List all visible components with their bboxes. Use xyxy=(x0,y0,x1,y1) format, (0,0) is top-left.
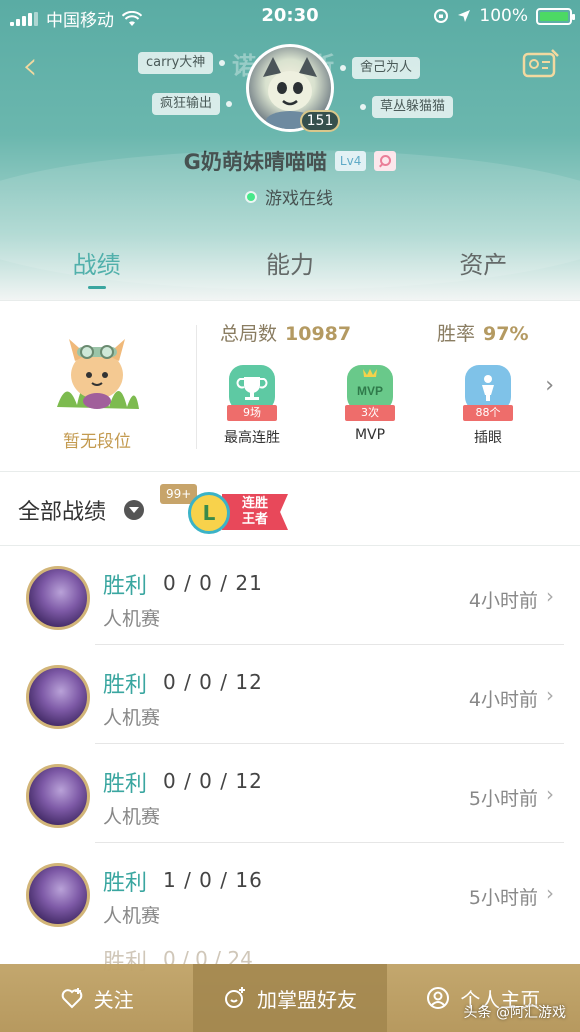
match-kda: 1 / 0 / 16 xyxy=(163,868,263,892)
follow-label: 关注 xyxy=(93,987,134,1012)
total-games: 总局数 10987 xyxy=(220,319,351,346)
records-title[interactable]: 全部战绩 xyxy=(18,494,106,526)
match-row[interactable]: 胜利 0 / 0 / 21 人机赛 4小时前 › xyxy=(0,546,580,645)
match-time: 4小时前 xyxy=(468,590,538,612)
profile-header: 中国移动 20:30 100% ‹ 诺克萨斯 carry大神 舍己 xyxy=(0,0,580,300)
bottom-action-bar: 关注 加掌盟好友 个人主页 头条 @阿汇游戏 xyxy=(0,964,580,1032)
win-rate-value: 97% xyxy=(483,323,529,345)
hero-avatar xyxy=(26,665,90,729)
stats-panel: 暂无段位 总局数 10987 胜率 97% 9场 最高连胜 MVP 3次 MVP xyxy=(0,300,580,472)
follow-button[interactable]: 关注 xyxy=(0,964,193,1032)
watermark: 头条 @阿汇游戏 xyxy=(463,1005,566,1021)
badge-ribbon: 88个 xyxy=(463,405,513,421)
match-time: 5小时前 xyxy=(468,788,538,810)
online-status: 游戏在线 xyxy=(265,189,333,209)
total-games-value: 10987 xyxy=(285,323,352,345)
add-friend-label: 加掌盟好友 xyxy=(256,987,357,1012)
rank-label: 暂无段位 xyxy=(63,432,131,452)
rank-box[interactable]: 暂无段位 xyxy=(30,317,164,457)
match-row[interactable]: 胜利 1 / 0 / 16 人机赛 5小时前 › xyxy=(0,843,580,942)
match-result: 胜利 xyxy=(103,772,148,797)
badge-ward[interactable]: 88个 插眼 xyxy=(450,365,526,447)
status-bar: 中国移动 20:30 100% xyxy=(0,0,580,32)
streak-label-2: 王者 xyxy=(241,512,268,527)
rotation-lock-icon xyxy=(434,9,449,23)
match-mode: 人机赛 xyxy=(103,707,161,729)
badge-ribbon: 9场 xyxy=(227,405,277,421)
badge-label: 最高连胜 xyxy=(224,430,280,446)
records-header: 全部战绩 99+ 连胜 王者 L xyxy=(0,472,580,546)
streak-ribbon: 连胜 王者 xyxy=(222,494,288,530)
chevron-right-icon: › xyxy=(546,881,554,905)
total-games-label: 总局数 xyxy=(220,323,278,345)
match-mode: 人机赛 xyxy=(103,905,161,927)
add-friend-button[interactable]: 加掌盟好友 xyxy=(193,964,387,1032)
tab-assets[interactable]: 资产 xyxy=(387,245,580,300)
hero-avatar xyxy=(26,764,90,828)
badge-label: MVP xyxy=(354,427,386,443)
match-row[interactable]: 胜利 0 / 0 / 12 人机赛 5小时前 › xyxy=(0,744,580,843)
tag-selfless: 舍己为人 xyxy=(339,57,421,79)
tab-records[interactable]: 战绩 xyxy=(0,245,193,300)
card-icon[interactable] xyxy=(522,48,560,82)
match-mode: 人机赛 xyxy=(103,608,161,630)
medal-icon: L xyxy=(188,492,230,534)
battery-icon xyxy=(536,7,575,25)
badge-mvp[interactable]: MVP 3次 MVP xyxy=(332,365,408,443)
match-result: 胜利 xyxy=(103,673,148,698)
tag-crazy-output: 疯狂输出 xyxy=(152,93,233,115)
location-icon xyxy=(458,10,471,22)
match-row[interactable]: 胜利 0 / 0 / 12 人机赛 4小时前 › xyxy=(0,645,580,744)
battery-percent: 100% xyxy=(479,6,528,26)
badge-ribbon: 3次 xyxy=(345,405,395,421)
badge-label: 插眼 xyxy=(474,430,502,446)
tag-carry: carry大神 xyxy=(138,52,226,74)
match-kda: 0 / 0 / 21 xyxy=(163,571,263,595)
streak-badge[interactable]: 99+ 连胜 王者 L xyxy=(160,484,290,534)
search-icon[interactable] xyxy=(374,151,397,171)
level-badge: 151 xyxy=(300,110,340,132)
match-time: 4小时前 xyxy=(468,689,538,711)
win-rate-label: 胜率 xyxy=(437,323,476,345)
user-icon xyxy=(427,987,450,1009)
match-kda: 0 / 0 / 12 xyxy=(163,670,263,694)
chevron-right-icon: › xyxy=(546,782,554,806)
match-time: 5小时前 xyxy=(468,887,538,909)
chevron-right-icon[interactable]: › xyxy=(545,373,554,398)
win-rate: 胜率 97% xyxy=(437,319,529,346)
badge-max-streak[interactable]: 9场 最高连胜 xyxy=(214,365,290,447)
add-friend-icon xyxy=(224,987,245,1008)
level-tag: Lv4 xyxy=(334,151,367,171)
chevron-right-icon: › xyxy=(546,683,554,707)
tag-bush-hide: 草丛躲猫猫 xyxy=(359,96,454,118)
online-dot-icon xyxy=(247,192,255,201)
match-kda: 0 / 0 / 12 xyxy=(163,769,263,793)
divider xyxy=(196,325,197,449)
match-mode: 人机赛 xyxy=(103,806,161,828)
streak-label-1: 连胜 xyxy=(241,496,268,511)
heart-plus-icon xyxy=(61,988,82,1009)
dropdown-icon[interactable] xyxy=(124,500,144,520)
tab-ability[interactable]: 能力 xyxy=(193,245,386,300)
hero-avatar xyxy=(26,566,90,630)
match-result: 胜利 xyxy=(103,871,148,896)
back-icon[interactable]: ‹ xyxy=(22,46,52,86)
chevron-right-icon: › xyxy=(546,584,554,608)
match-result: 胜利 xyxy=(103,574,148,599)
svg-text:MVP: MVP xyxy=(357,384,383,398)
rank-image xyxy=(47,317,147,417)
hero-avatar xyxy=(26,863,90,927)
username: G奶萌妹晴喵喵 xyxy=(183,150,327,174)
tab-bar: 战绩 能力 资产 xyxy=(0,245,580,300)
